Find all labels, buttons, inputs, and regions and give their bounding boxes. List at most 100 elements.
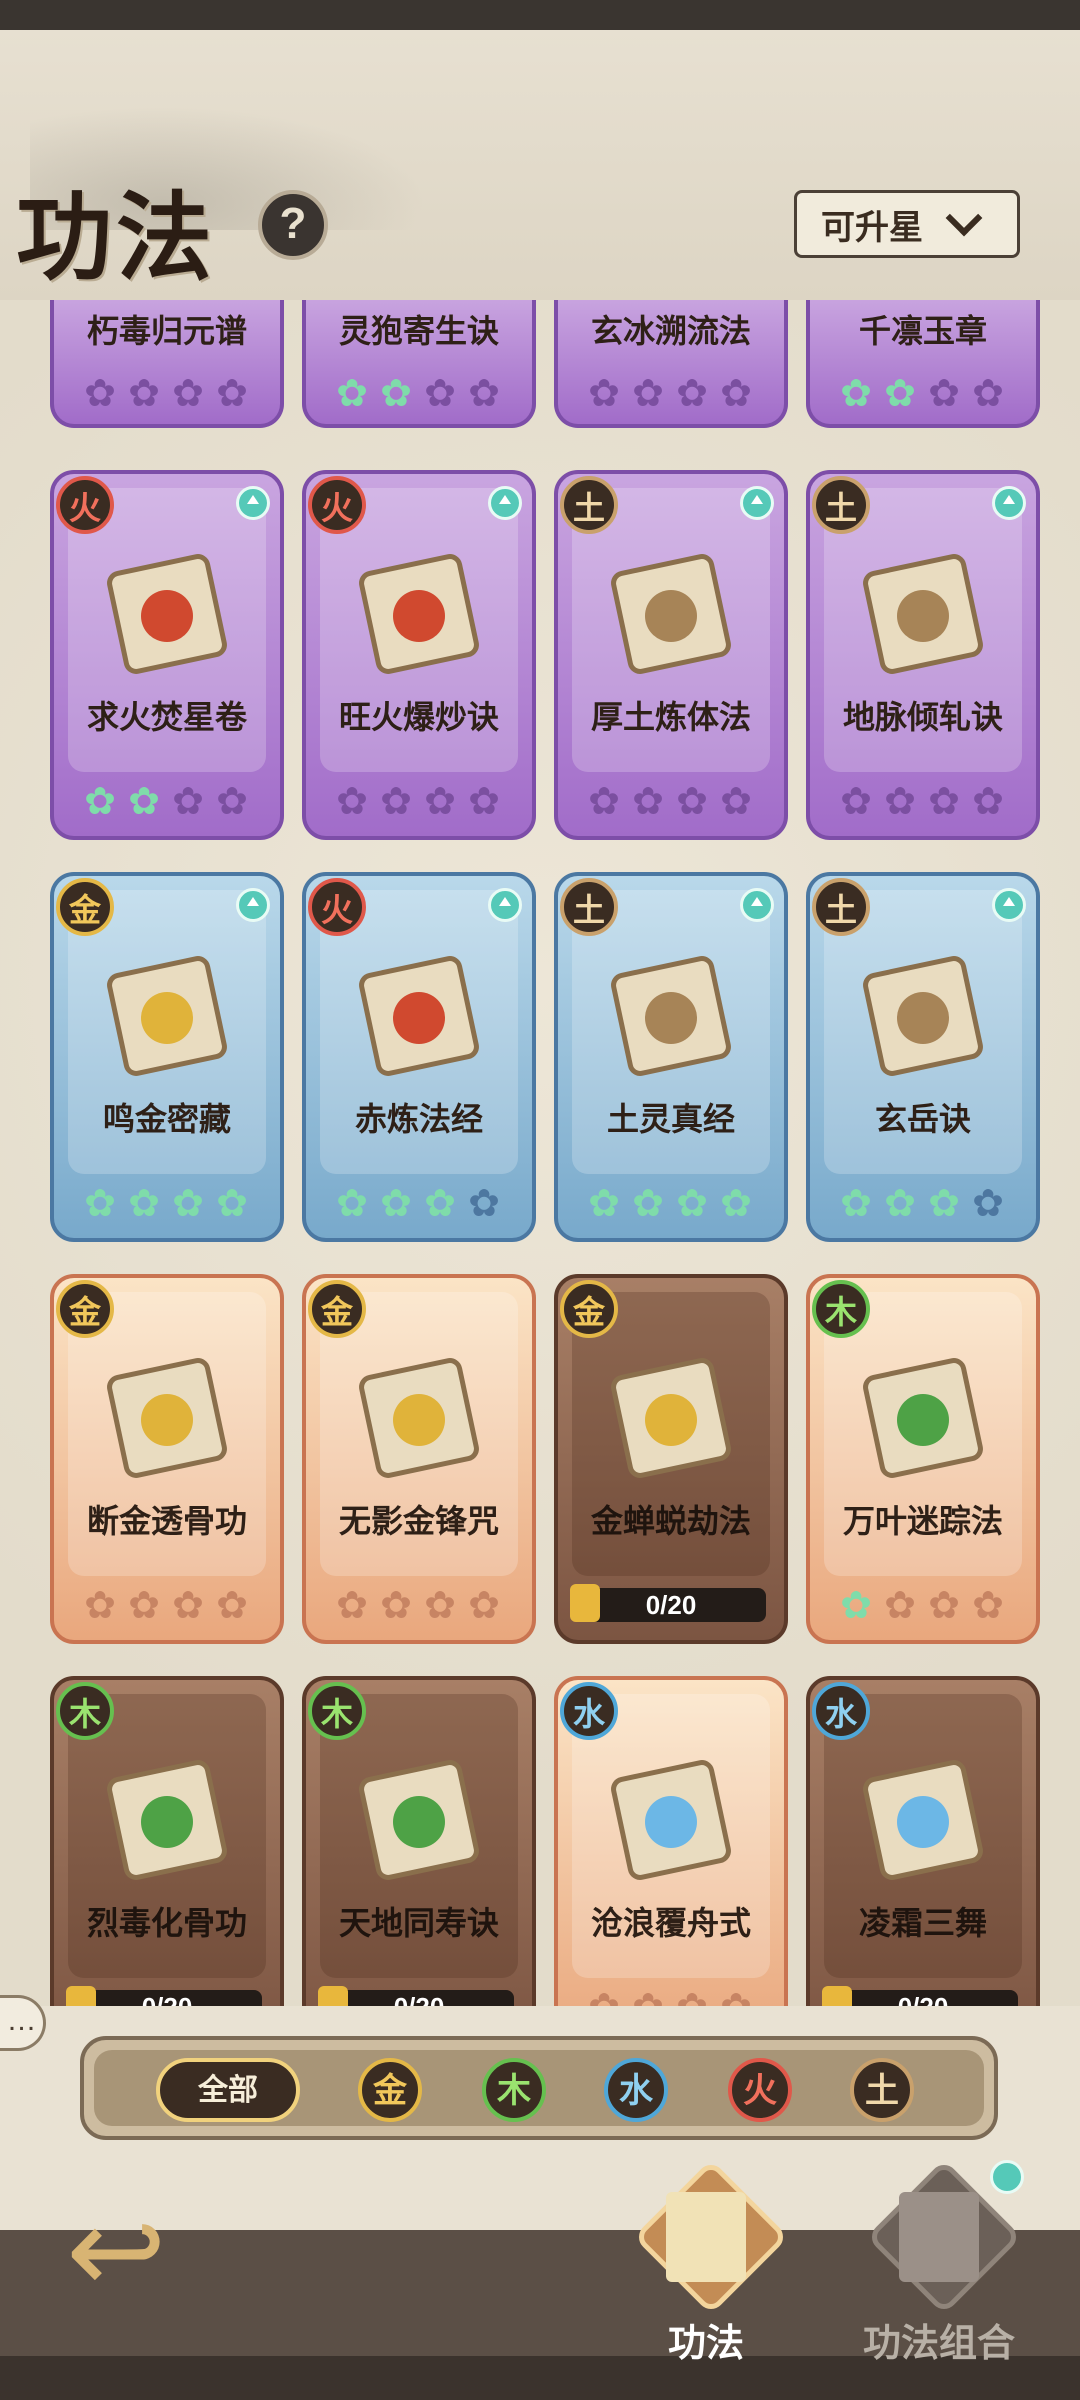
status-bar [0,0,1080,30]
puzzle-piece-icon [570,1584,600,1622]
element-tab-earth[interactable]: 土 [850,2058,914,2122]
upgrade-arrow-icon [740,888,774,922]
element-tab-all[interactable]: 全部 [156,2058,300,2122]
star-icon: ✿ [720,373,754,415]
technique-name: 沧浪覆舟式 [590,1905,751,1941]
technique-card[interactable]: 金无影金锋咒 ✿ ✿ ✿ ✿ [302,1274,536,1644]
star-icon: ✿ [928,1183,962,1225]
star-icon: ✿ [380,1585,414,1627]
rock-book-icon [611,956,731,1076]
element-earth-icon: 土 [560,476,618,534]
star-icon: ✿ [84,1183,118,1225]
star-icon: ✿ [424,373,458,415]
element-tab-water[interactable]: 水 [604,2058,668,2122]
technique-card[interactable]: 水凌霜三舞 0/20 [806,1676,1040,2006]
bottom-navigation: ↩ 功法 功法组合 [0,2146,1080,2400]
technique-card[interactable]: 金金蝉蜕劫法 0/20 [554,1274,788,1644]
star-icon: ✿ [840,1585,874,1627]
technique-name: 灵狍寄生诀 [338,313,499,349]
upgrade-arrow-icon [488,486,522,520]
technique-card[interactable]: 火求火焚星卷 ✿ ✿ ✿ ✿ [50,470,284,840]
upgrade-arrow-icon [992,888,1026,922]
plant-scroll-icon [359,1760,479,1880]
technique-card[interactable]: 土厚土炼体法 ✿ ✿ ✿ ✿ [554,470,788,840]
technique-name: 千凛玉章 [858,313,987,349]
golden-blade-scroll-icon [359,1358,479,1478]
element-water-icon: 水 [560,1682,618,1740]
fragment-progress: 0/20 [66,1986,262,2006]
star-icon: ✿ [128,1585,162,1627]
technique-grid[interactable]: 朽毒归元谱 ✿ ✿ ✿ ✿ 灵狍寄生诀 ✿ ✿ ✿ ✿ 玄冰溯流法 ✿ ✿ ✿ ✿ 千凛玉章 ✿ ✿ ✿ ✿ 火求火焚星… [0,300,1080,2006]
star-icon: ✿ [632,1183,666,1225]
technique-card[interactable]: 木天地同寿诀 0/20 [302,1676,536,2006]
star-icon: ✿ [972,373,1006,415]
star-icon: ✿ [676,373,710,415]
star-icon: ✿ [884,781,918,823]
nav-tab-label: 功法 [667,2323,744,2365]
golden-sword-scroll-icon [107,1358,227,1478]
star-icon: ✿ [632,781,666,823]
star-icon: ✿ [424,1585,458,1627]
technique-card[interactable]: 土玄岳诀 ✿ ✿ ✿ ✿ [806,872,1040,1242]
wave-scroll-icon [611,1760,731,1880]
technique-card[interactable]: 朽毒归元谱 ✿ ✿ ✿ ✿ [50,300,284,428]
technique-card[interactable]: 灵狍寄生诀 ✿ ✿ ✿ ✿ [302,300,536,428]
star-icon: ✿ [216,1183,250,1225]
star-rating: ✿✿✿✿ [558,374,784,414]
star-icon: ✿ [720,1183,754,1225]
technique-name: 厚土炼体法 [590,699,751,735]
star-rating: ✿✿✿✿ [306,374,532,414]
element-tab-metal[interactable]: 金 [358,2058,422,2122]
element-metal-icon: 金 [560,1280,618,1338]
technique-name: 赤炼法经 [354,1101,483,1137]
star-rating: ✿✿✿✿ [54,782,280,822]
star-icon: ✿ [972,1585,1006,1627]
star-icon: ✿ [84,1585,118,1627]
element-tab-fire[interactable]: 火 [728,2058,792,2122]
technique-card[interactable]: 土地脉倾轧诀 ✿ ✿ ✿ ✿ [806,470,1040,840]
technique-card[interactable]: 玄冰溯流法 ✿ ✿ ✿ ✿ [554,300,788,428]
technique-name: 旺火爆炒诀 [338,699,499,735]
technique-card[interactable]: 火旺火爆炒诀 ✿ ✿ ✿ ✿ [302,470,536,840]
star-icon: ✿ [928,1585,962,1627]
element-fire-icon: 火 [56,476,114,534]
star-rating: ✿✿✿✿ [558,1988,784,2006]
technique-card[interactable]: 水沧浪覆舟式 ✿✿✿✿ [554,1676,788,2006]
element-wood-icon: 木 [812,1280,870,1338]
technique-name: 朽毒归元谱 [86,313,247,349]
star-icon: ✿ [216,1585,250,1627]
mountain-scroll-icon [863,554,983,674]
technique-card[interactable]: 木万叶迷踪法 ✿ ✿ ✿ ✿ [806,1274,1040,1644]
star-icon: ✿ [128,1183,162,1225]
star-icon: ✿ [380,1183,414,1225]
puzzle-piece-icon [66,1986,96,2006]
star-rating: ✿✿✿✿ [54,1184,280,1224]
star-rating: ✿✿✿✿ [306,1586,532,1626]
technique-card[interactable]: 土土灵真经 ✿ ✿ ✿ ✿ [554,872,788,1242]
star-icon: ✿ [424,781,458,823]
technique-name: 玄岳诀 [874,1101,971,1137]
star-icon: ✿ [972,1183,1006,1225]
help-icon[interactable]: ? [258,190,328,260]
back-button[interactable]: ↩ [56,2186,196,2311]
technique-card[interactable]: 金断金透骨功 ✿ ✿ ✿ ✿ [50,1274,284,1644]
nav-tab-techniques[interactable]: 功法 [606,2152,806,2372]
star-icon: ✿ [172,1183,206,1225]
upgradable-filter-dropdown[interactable]: 可升星 [794,190,1020,258]
element-tab-wood[interactable]: 木 [482,2058,546,2122]
star-icon: ✿ [468,373,502,415]
star-icon: ✿ [172,373,206,415]
technique-card[interactable]: 金鸣金密藏 ✿ ✿ ✿ ✿ [50,872,284,1242]
star-icon: ✿ [172,781,206,823]
element-water-icon: 水 [812,1682,870,1740]
star-icon: ✿ [336,373,370,415]
element-earth-icon: 土 [812,878,870,936]
technique-card[interactable]: 木烈毒化骨功 0/20 [50,1676,284,2006]
technique-name: 天地同寿诀 [338,1905,499,1941]
claw-book-icon [359,956,479,1076]
star-rating: ✿✿✿✿ [54,374,280,414]
star-icon: ✿ [884,1183,918,1225]
fragment-progress: 0/20 [570,1584,766,1622]
technique-card[interactable]: 火赤炼法经 ✿ ✿ ✿ ✿ [302,872,536,1242]
technique-card[interactable]: 千凛玉章 ✿ ✿ ✿ ✿ [806,300,1040,428]
